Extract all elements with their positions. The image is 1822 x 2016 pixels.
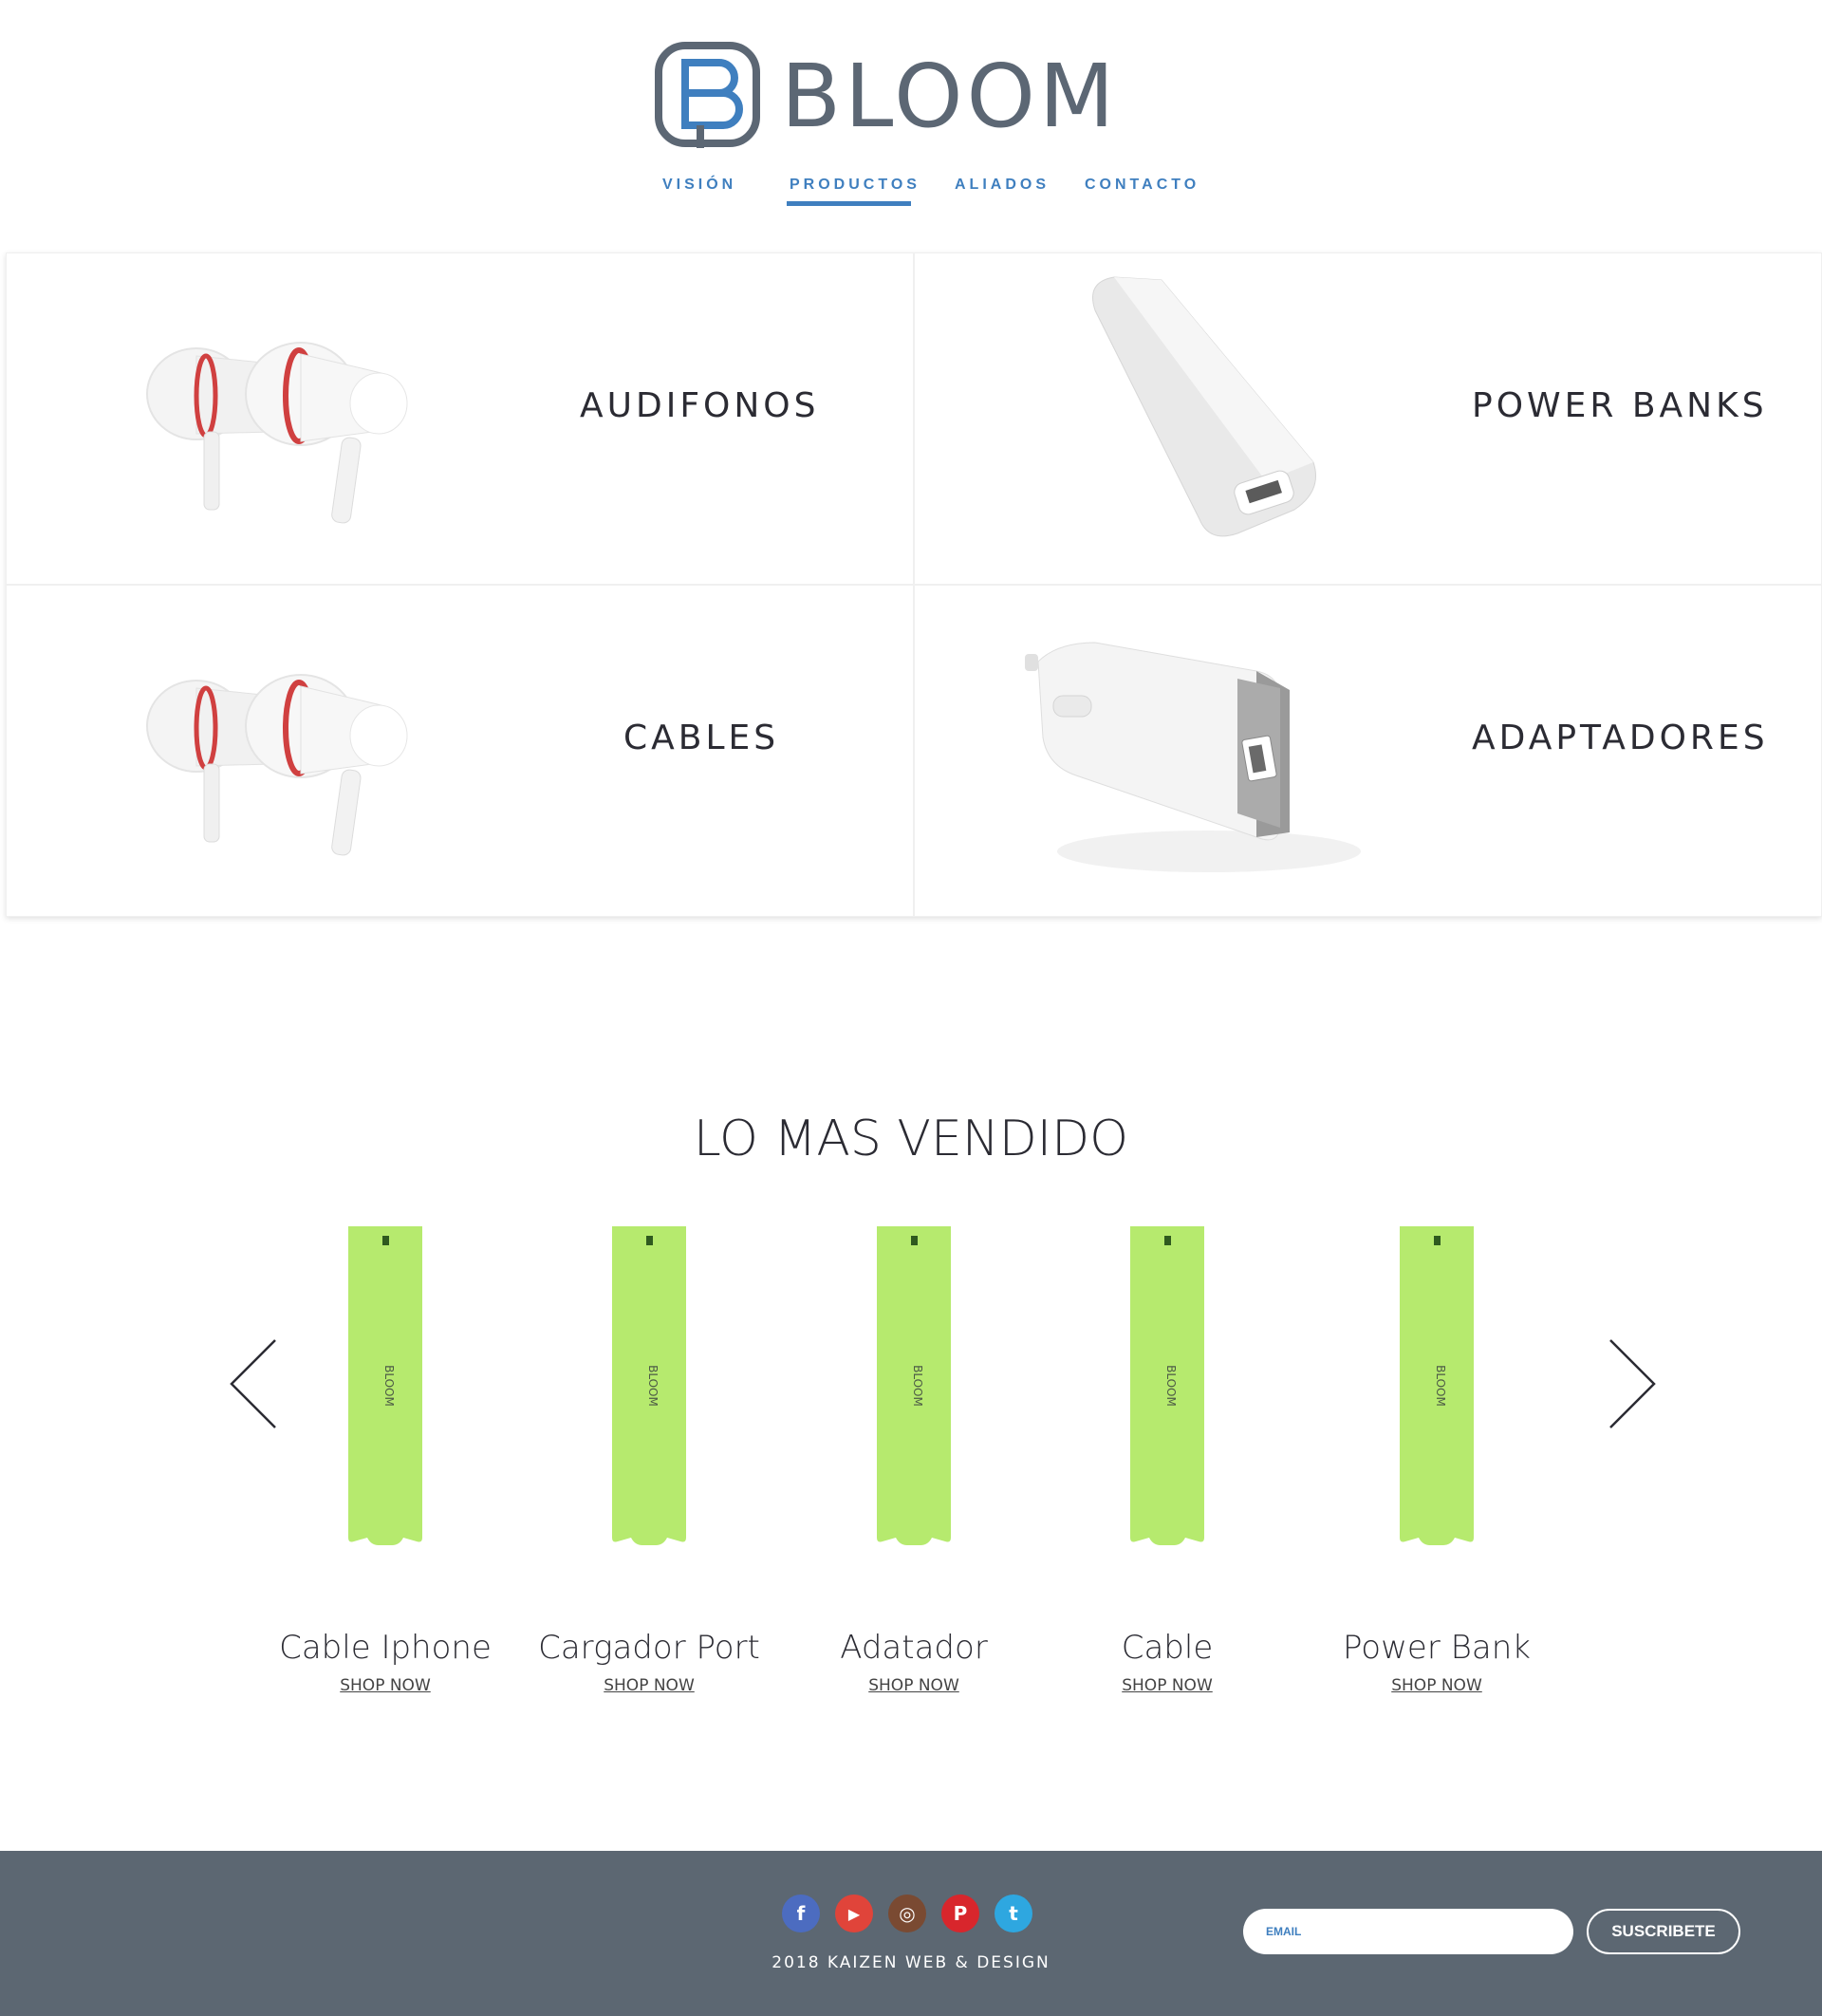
best-seller-name: Cargador Port bbox=[538, 1629, 760, 1667]
shop-now-link[interactable]: SHOP NOW bbox=[340, 1676, 431, 1695]
bloom-logo-mark-icon bbox=[655, 42, 760, 148]
brand-name: BLOOM bbox=[781, 46, 1119, 147]
power-bank-icon bbox=[1092, 276, 1316, 537]
svg-text:BLOOM: BLOOM bbox=[1164, 1365, 1178, 1407]
best-seller-name: Cable bbox=[1121, 1629, 1214, 1667]
email-field[interactable] bbox=[1243, 1909, 1573, 1954]
category-card-power-banks[interactable]: POWER BANKS bbox=[914, 252, 1822, 585]
instagram-icon[interactable]: ◎ bbox=[888, 1895, 926, 1932]
best-seller-name: Cable Iphone bbox=[279, 1629, 492, 1667]
nav-item-aliados[interactable]: ALIADOS bbox=[955, 177, 1050, 194]
shop-now-link[interactable]: SHOP NOW bbox=[868, 1676, 959, 1695]
site-header: BLOOM VISIÓN PRODUCTOS ALIADOS CONTACTO bbox=[0, 0, 1822, 247]
pinterest-icon[interactable]: P bbox=[941, 1895, 979, 1932]
best-sellers-title: LO MAS VENDIDO bbox=[693, 1111, 1129, 1167]
category-label: CABLES bbox=[623, 719, 780, 757]
svg-text:BLOOM: BLOOM bbox=[646, 1365, 660, 1407]
nav-item-vision[interactable]: VISIÓN bbox=[662, 177, 736, 194]
subscribe-button[interactable]: SUSCRIBETE bbox=[1587, 1909, 1740, 1954]
earphones-icon bbox=[146, 342, 408, 524]
nav-item-contacto[interactable]: CONTACTO bbox=[1085, 177, 1199, 194]
best-seller-item[interactable]: BLOOM Cable SHOP NOW bbox=[1053, 1224, 1281, 1695]
best-seller-item[interactable]: BLOOM Cargador Port SHOP NOW bbox=[535, 1224, 763, 1695]
earphones-icon bbox=[146, 674, 408, 856]
category-label: POWER BANKS bbox=[1472, 386, 1768, 425]
category-label: AUDIFONOS bbox=[580, 386, 820, 425]
best-seller-name: Power Bank bbox=[1343, 1629, 1531, 1667]
power-bank-product-icon: BLOOM bbox=[1400, 1226, 1474, 1545]
shop-now-link[interactable]: SHOP NOW bbox=[604, 1676, 695, 1695]
facebook-icon[interactable]: f bbox=[782, 1895, 820, 1932]
social-links: f ▶ ◎ P t bbox=[782, 1895, 1032, 1932]
power-bank-product-icon: BLOOM bbox=[877, 1226, 951, 1545]
youtube-icon[interactable]: ▶ bbox=[835, 1895, 873, 1932]
shop-now-link[interactable]: SHOP NOW bbox=[1391, 1676, 1482, 1695]
twitter-icon[interactable]: t bbox=[995, 1895, 1032, 1932]
best-seller-item[interactable]: BLOOM Adatador SHOP NOW bbox=[800, 1224, 1028, 1695]
category-label: ADAPTADORES bbox=[1472, 719, 1769, 757]
svg-text:BLOOM: BLOOM bbox=[911, 1365, 924, 1407]
best-seller-name: Adatador bbox=[840, 1629, 988, 1667]
carousel-next-button[interactable] bbox=[1607, 1338, 1658, 1429]
car-adapter-icon bbox=[1025, 642, 1361, 872]
power-bank-product-icon: BLOOM bbox=[1130, 1226, 1204, 1545]
main-nav: VISIÓN PRODUCTOS ALIADOS CONTACTO bbox=[0, 177, 1822, 215]
power-bank-product-icon: BLOOM bbox=[612, 1226, 686, 1545]
category-card-audifonos[interactable]: AUDIFONOS bbox=[6, 252, 914, 585]
bloom-logo[interactable]: BLOOM bbox=[655, 42, 1172, 152]
nav-active-underline bbox=[787, 201, 911, 206]
svg-text:BLOOM: BLOOM bbox=[1434, 1365, 1447, 1407]
power-bank-product-icon: BLOOM bbox=[348, 1226, 422, 1545]
best-seller-item[interactable]: BLOOM Cable Iphone SHOP NOW bbox=[271, 1224, 499, 1695]
best-seller-item[interactable]: BLOOM Power Bank SHOP NOW bbox=[1323, 1224, 1551, 1695]
category-card-cables[interactable]: CABLES bbox=[6, 585, 914, 917]
category-grid: AUDIFONOS POWER BANKS CABLES ADAPTADORES bbox=[6, 252, 1822, 917]
site-footer: f ▶ ◎ P t 2018 KAIZEN WEB & DESIGN SUSCR… bbox=[0, 1851, 1822, 2016]
chevron-right-icon bbox=[1609, 1339, 1656, 1428]
nav-item-productos[interactable]: PRODUCTOS bbox=[790, 177, 920, 194]
copyright-text: 2018 KAIZEN WEB & DESIGN bbox=[772, 1953, 1050, 1972]
category-card-adaptadores[interactable]: ADAPTADORES bbox=[914, 585, 1822, 917]
shop-now-link[interactable]: SHOP NOW bbox=[1122, 1676, 1213, 1695]
svg-text:BLOOM: BLOOM bbox=[382, 1365, 396, 1407]
